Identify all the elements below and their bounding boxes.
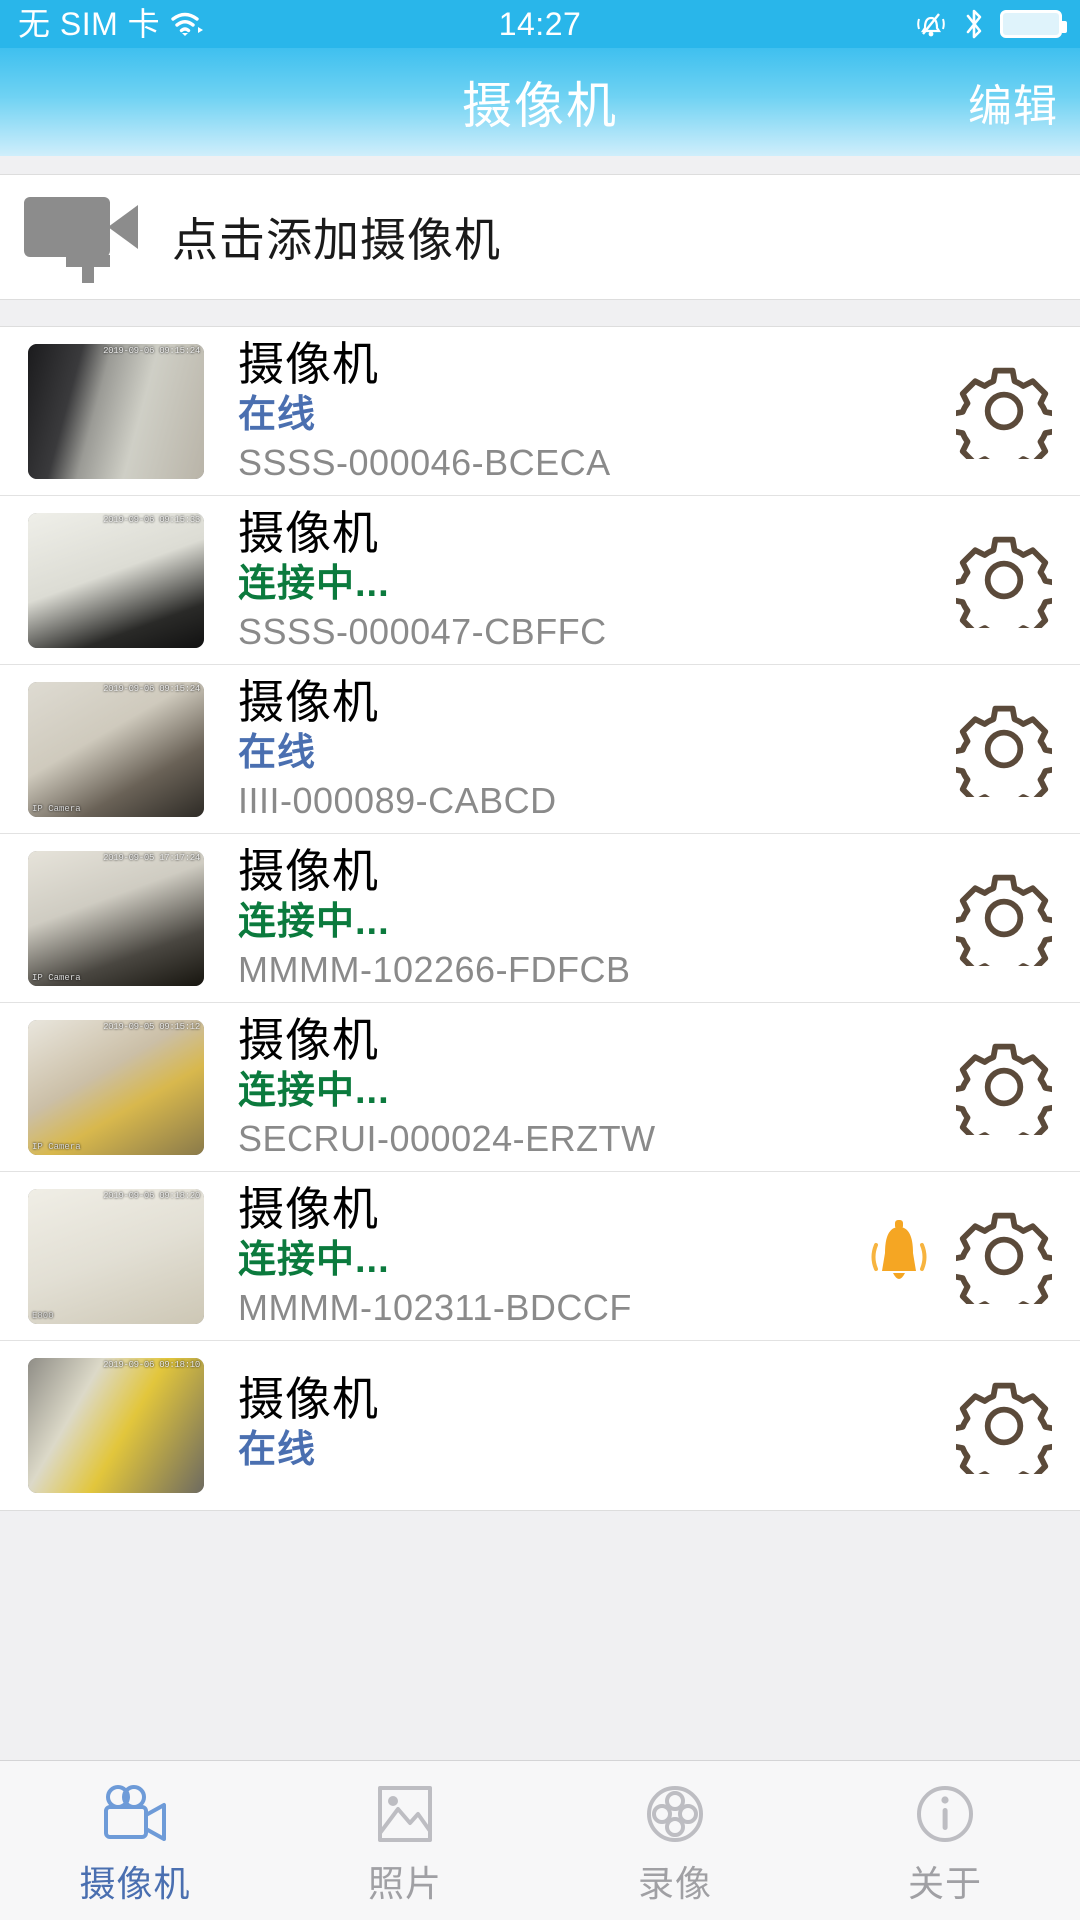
camera-list-item-3[interactable]: 2019-09-06 09:15:24 IP Camera 摄像机 在线 III…	[0, 665, 1080, 834]
settings-gear-icon[interactable]	[956, 1378, 1052, 1474]
camera-info: 摄像机 在线 IIII-000089-CABCD	[204, 675, 956, 822]
camera-thumbnail[interactable]: 2019-09-06 09:15:33	[28, 512, 204, 648]
tab-3[interactable]: 录像	[540, 1761, 810, 1920]
thumbnail-timestamp: 2019-09-06 09:15:33	[103, 514, 200, 525]
add-camera-label: 点击添加摄像机	[172, 214, 501, 266]
camera-list-item-1[interactable]: 2019-09-06 09:15:24 摄像机 在线 SSSS-000046-B…	[0, 327, 1080, 496]
camera-name: 摄像机	[238, 337, 379, 390]
camera-id: IIII-000089-CABCD	[238, 779, 557, 821]
thumbnail-watermark: IP Camera	[32, 972, 81, 983]
camera-info: 摄像机 连接中... SECRUI-000024-ERZTW	[204, 1013, 956, 1160]
settings-gear-icon[interactable]	[956, 701, 1052, 797]
camera-info: 摄像机 连接中... SSSS-000047-CBFFC	[204, 506, 956, 653]
camera-name: 摄像机	[238, 1372, 379, 1425]
camera-thumbnail[interactable]: 2019-09-06 09:18:20 E800	[28, 1188, 204, 1324]
camera-thumbnail[interactable]: 2019-09-06 09:18:10	[28, 1358, 204, 1493]
camera-status: 连接中...	[238, 1070, 390, 1113]
video-camera-icon	[98, 1783, 172, 1845]
thumbnail-timestamp: 2019-09-05 17:17:24	[103, 852, 200, 863]
camera-info: 摄像机 在线	[204, 1372, 956, 1477]
thumbnail-timestamp: 2019-09-06 09:18:10	[103, 1360, 200, 1370]
camera-status: 连接中...	[238, 901, 390, 944]
thumbnail-timestamp: 2019-09-06 09:15:24	[103, 345, 200, 356]
camera-name: 摄像机	[238, 506, 379, 559]
add-camera-row[interactable]: 点击添加摄像机	[0, 175, 1080, 299]
camera-id: MMMM-102311-BDCCF	[238, 1286, 632, 1328]
settings-gear-icon[interactable]	[956, 363, 1052, 459]
thumbnail-timestamp: 2019-09-06 09:15:24	[103, 683, 200, 694]
section-gap	[0, 300, 1080, 326]
thumbnail-watermark: IP Camera	[32, 1141, 81, 1152]
camera-row-icons	[956, 1039, 1060, 1135]
settings-gear-icon[interactable]	[956, 1039, 1052, 1135]
tab-bar: 摄像机 照片 录像 关于	[0, 1760, 1080, 1920]
camera-list-item-7[interactable]: 2019-09-06 09:18:10 摄像机 在线	[0, 1341, 1080, 1510]
camera-id: SSSS-000047-CBFFC	[238, 610, 607, 652]
camera-row-icons	[956, 701, 1060, 797]
tab-label: 录像	[637, 1862, 712, 1904]
thumbnail-watermark: E800	[32, 1310, 54, 1321]
nav-bar: 摄像机 编辑	[0, 48, 1080, 156]
thumbnail-timestamp: 2019-09-06 09:18:20	[103, 1190, 200, 1201]
video-camera-plus-icon	[22, 191, 152, 283]
clock-label: 14:27	[498, 6, 582, 42]
camera-row-icons	[956, 870, 1060, 966]
tab-2[interactable]: 照片	[270, 1761, 540, 1920]
thumbnail-timestamp: 2019-09-05 09:15:12	[103, 1021, 200, 1032]
tab-4[interactable]: 关于	[810, 1761, 1080, 1920]
camera-list-item-2[interactable]: 2019-09-06 09:15:33 摄像机 连接中... SSSS-0000…	[0, 496, 1080, 665]
camera-info: 摄像机 连接中... MMMM-102311-BDCCF	[204, 1182, 864, 1329]
camera-name: 摄像机	[238, 675, 379, 728]
tab-label: 照片	[367, 1862, 442, 1904]
camera-id: SECRUI-000024-ERZTW	[238, 1117, 656, 1159]
info-icon	[908, 1783, 982, 1845]
camera-status: 连接中...	[238, 563, 390, 606]
photo-icon	[368, 1783, 442, 1845]
camera-thumbnail[interactable]: 2019-09-06 09:15:24	[28, 343, 204, 479]
alarm-bell-icon[interactable]	[864, 1217, 934, 1295]
camera-thumbnail[interactable]: 2019-09-05 17:17:24 IP Camera	[28, 850, 204, 986]
camera-row-icons	[956, 1378, 1060, 1474]
settings-gear-icon[interactable]	[956, 532, 1052, 628]
edit-button[interactable]: 编辑	[968, 70, 1058, 134]
content-scroll[interactable]: 点击添加摄像机 2019-09-06 09:15:24 摄像机 在线 SSSS-…	[0, 156, 1080, 1760]
tab-1[interactable]: 摄像机	[0, 1761, 270, 1920]
camera-name: 摄像机	[238, 1013, 379, 1066]
film-reel-icon	[638, 1783, 712, 1845]
camera-row-icons	[864, 1208, 1060, 1304]
settings-gear-icon[interactable]	[956, 1208, 1052, 1304]
thumbnail-watermark: IP Camera	[32, 803, 81, 814]
camera-row-icons	[956, 363, 1060, 459]
tab-label: 关于	[907, 1862, 982, 1904]
camera-name: 摄像机	[238, 844, 379, 897]
camera-status: 在线	[238, 732, 317, 775]
camera-name: 摄像机	[238, 1182, 379, 1235]
camera-id: SSSS-000046-BCECA	[238, 441, 611, 483]
battery-icon	[1000, 10, 1067, 38]
settings-gear-icon[interactable]	[956, 870, 1052, 966]
camera-list-item-6[interactable]: 2019-09-06 09:18:20 E800 摄像机 连接中... MMMM…	[0, 1172, 1080, 1341]
add-camera-card[interactable]: 点击添加摄像机	[0, 174, 1080, 300]
camera-status: 在线	[238, 394, 317, 437]
camera-info: 摄像机 连接中... MMMM-102266-FDFCB	[204, 844, 956, 991]
camera-status: 连接中...	[238, 1239, 390, 1282]
camera-list-item-5[interactable]: 2019-09-05 09:15:12 IP Camera 摄像机 连接中...…	[0, 1003, 1080, 1172]
camera-list-item-4[interactable]: 2019-09-05 17:17:24 IP Camera 摄像机 连接中...…	[0, 834, 1080, 1003]
tab-label: 摄像机	[79, 1862, 191, 1904]
camera-id: MMMM-102266-FDFCB	[238, 948, 631, 990]
status-bar: 无 SIM 卡 14:27	[0, 0, 1080, 48]
page-title: 摄像机	[462, 78, 618, 134]
camera-status: 在线	[238, 1429, 317, 1472]
camera-info: 摄像机 在线 SSSS-000046-BCECA	[204, 337, 956, 484]
camera-row-icons	[956, 532, 1060, 628]
app-root: 无 SIM 卡 14:27 摄像机 编辑 点击添加摄像机 2019-09-06 …	[0, 0, 1080, 1920]
camera-thumbnail[interactable]: 2019-09-05 09:15:12 IP Camera	[28, 1019, 204, 1155]
camera-list: 2019-09-06 09:15:24 摄像机 在线 SSSS-000046-B…	[0, 326, 1080, 1511]
camera-thumbnail[interactable]: 2019-09-06 09:15:24 IP Camera	[28, 681, 204, 817]
